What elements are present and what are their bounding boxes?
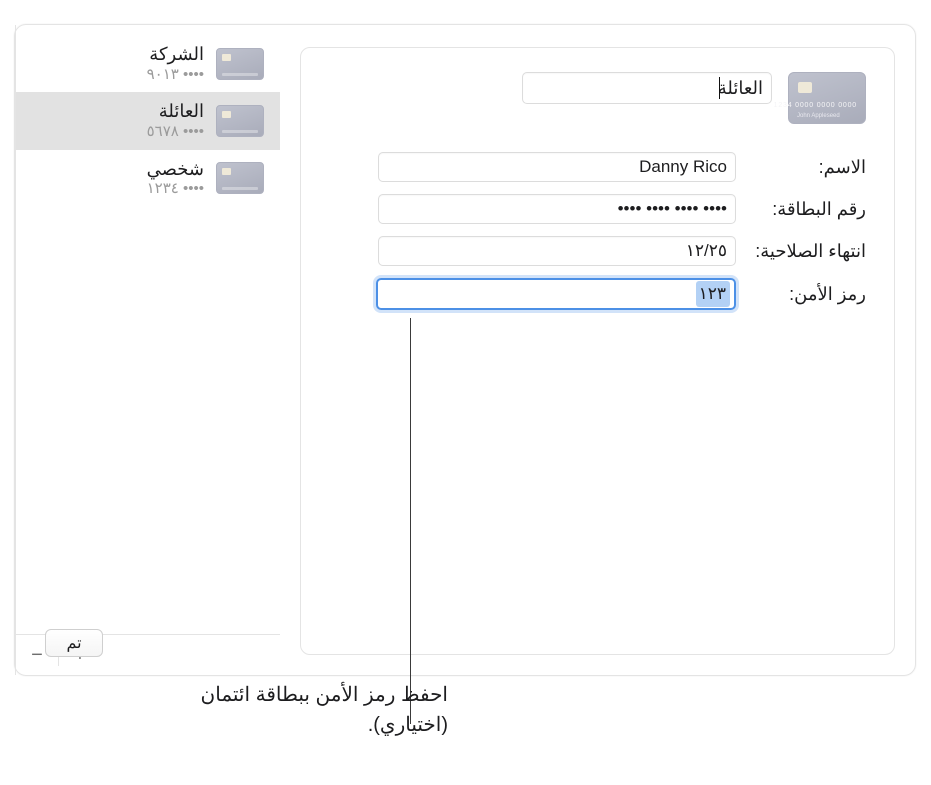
callout-leader-line bbox=[410, 318, 411, 724]
number-label: رقم البطاقة: bbox=[748, 199, 866, 220]
card-title-input[interactable] bbox=[522, 72, 772, 104]
card-detail-panel: 0000 0000 0000 1234 John Appleseed الاسم… bbox=[300, 47, 895, 655]
credit-card-large-icon: 0000 0000 0000 1234 John Appleseed bbox=[788, 72, 866, 124]
expiry-label: انتهاء الصلاحية: bbox=[748, 241, 866, 262]
callout-text: احفظ رمز الأمن ببطاقة ائتمان (اختياري). bbox=[138, 680, 448, 740]
card-item-name: الشركة bbox=[147, 43, 204, 66]
minus-icon: − bbox=[31, 644, 43, 667]
row-name: الاسم: bbox=[329, 152, 866, 182]
credit-card-icon bbox=[216, 162, 264, 194]
done-button-label: تم bbox=[66, 635, 81, 652]
credit-card-icon bbox=[216, 105, 264, 137]
card-form: الاسم: رقم البطاقة: انتهاء الصلاحية: رمز… bbox=[329, 152, 866, 310]
row-security: رمز الأمن: bbox=[329, 278, 866, 310]
card-sidebar: الشركة ٩٠١٣ •••• العائلة ٥٦٧٨ •••• شخصي bbox=[15, 25, 280, 675]
text-cursor bbox=[719, 77, 720, 99]
row-expiry: انتهاء الصلاحية: bbox=[329, 236, 866, 266]
card-item-name: العائلة bbox=[147, 100, 204, 123]
number-input[interactable] bbox=[378, 194, 736, 224]
card-preview-name: John Appleseed bbox=[797, 113, 840, 119]
card-item-mask: ١٢٣٤ •••• bbox=[147, 180, 204, 199]
row-number: رقم البطاقة: bbox=[329, 194, 866, 224]
card-item-personal[interactable]: شخصي ١٢٣٤ •••• bbox=[16, 150, 280, 207]
done-button[interactable]: تم bbox=[45, 629, 103, 657]
card-item-family[interactable]: العائلة ٥٦٧٨ •••• bbox=[16, 92, 280, 149]
card-item-mask: ٩٠١٣ •••• bbox=[147, 66, 204, 85]
card-preview-number: 0000 0000 0000 1234 bbox=[797, 102, 857, 109]
card-item-company[interactable]: الشركة ٩٠١٣ •••• bbox=[16, 35, 280, 92]
name-input[interactable] bbox=[378, 152, 736, 182]
card-item-name: شخصي bbox=[147, 158, 204, 181]
card-item-mask: ٥٦٧٨ •••• bbox=[147, 123, 204, 142]
security-label: رمز الأمن: bbox=[748, 284, 866, 305]
card-hero: 0000 0000 0000 1234 John Appleseed bbox=[329, 72, 866, 124]
preferences-window: الشركة ٩٠١٣ •••• العائلة ٥٦٧٨ •••• شخصي bbox=[14, 24, 916, 676]
name-label: الاسم: bbox=[748, 157, 866, 178]
expiry-input[interactable] bbox=[378, 236, 736, 266]
security-code-input[interactable] bbox=[376, 278, 736, 310]
card-list: الشركة ٩٠١٣ •••• العائلة ٥٦٧٨ •••• شخصي bbox=[16, 25, 280, 634]
credit-card-icon bbox=[216, 48, 264, 80]
